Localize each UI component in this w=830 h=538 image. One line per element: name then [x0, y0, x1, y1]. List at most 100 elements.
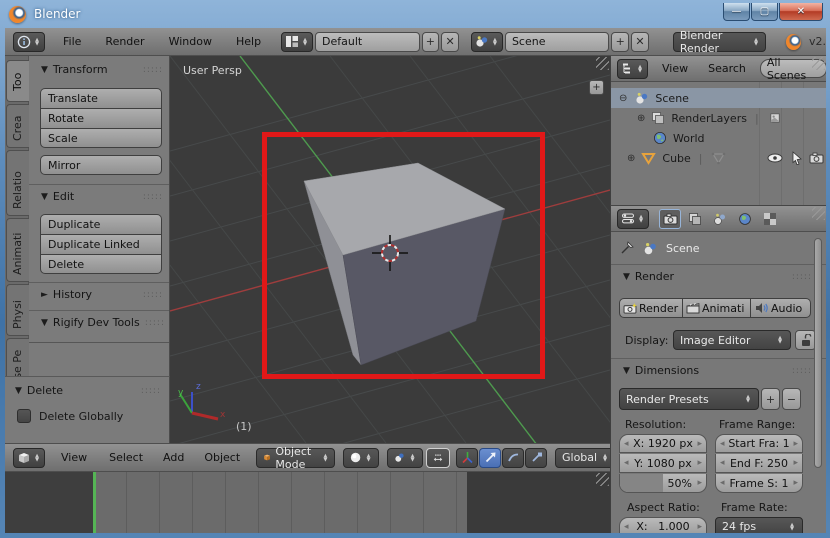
panel-grip-icon[interactable]	[141, 386, 161, 396]
translate-manipulator-button[interactable]	[479, 447, 501, 468]
mesh-data-icon[interactable]	[711, 151, 726, 165]
tab-render-context[interactable]	[659, 208, 681, 229]
render-engine-dropdown[interactable]: Blender Render	[672, 29, 767, 55]
resolution-scale-slider[interactable]: 50%	[619, 474, 707, 493]
viewport-3d[interactable]: User Persp y z x (1) +	[170, 56, 610, 443]
fps-dropdown[interactable]: 24 fps	[715, 517, 803, 533]
panel-grip-icon[interactable]	[143, 290, 163, 300]
menu-view[interactable]: View	[57, 451, 91, 464]
area-resize-grip[interactable]	[812, 57, 825, 70]
lock-button[interactable]	[795, 330, 816, 350]
manipulator-axes-button[interactable]	[456, 447, 478, 468]
editor-type-outliner-button[interactable]	[617, 58, 648, 79]
menu-help[interactable]: Help	[232, 35, 265, 48]
pin-icon[interactable]	[619, 240, 635, 256]
minimize-button[interactable]: —	[723, 3, 750, 21]
menu-add[interactable]: Add	[159, 451, 188, 464]
maximize-button[interactable]: ▢	[751, 3, 778, 21]
pivot-dropdown[interactable]	[387, 447, 423, 468]
renderlayer-data-icon[interactable]	[769, 112, 782, 125]
outliner-row-scene[interactable]: ⊖ Scene	[611, 88, 826, 108]
scale-button[interactable]: Scale	[40, 128, 162, 148]
close-button[interactable]: ✕	[779, 3, 823, 21]
tab-world-context[interactable]	[734, 209, 756, 229]
rotate-button[interactable]: Rotate	[40, 108, 162, 128]
screen-layout-add-button[interactable]: +	[421, 31, 440, 52]
translate-button[interactable]: Translate	[40, 88, 162, 108]
current-frame-marker[interactable]	[93, 472, 96, 533]
scene-browse-button[interactable]	[470, 31, 503, 52]
timeline[interactable]	[5, 472, 610, 533]
editor-type-info-button[interactable]	[13, 31, 45, 52]
scale-manipulator-button[interactable]	[525, 447, 547, 468]
panel-grip-icon[interactable]	[792, 272, 812, 282]
delete-button[interactable]: Delete	[40, 254, 162, 274]
screen-layout-field[interactable]: Default	[315, 31, 420, 52]
scene-unlink-button[interactable]: ✕	[631, 31, 649, 52]
renderability-camera-icon[interactable]	[809, 152, 824, 164]
properties-scrollbar[interactable]	[814, 238, 822, 468]
frame-end-field[interactable]: End F: 250	[715, 454, 803, 473]
shading-dropdown[interactable]	[343, 447, 379, 468]
history-panel-header[interactable]: ► History	[41, 288, 163, 301]
scene-name-field[interactable]: Scene	[504, 31, 610, 52]
frame-start-field[interactable]: Start Fra: 1	[715, 434, 803, 453]
visibility-eye-icon[interactable]	[767, 152, 783, 164]
selectability-cursor-icon[interactable]	[791, 151, 803, 165]
operator-panel-header[interactable]: ▼ Delete	[15, 384, 161, 397]
expand-plus-icon[interactable]: ⊕	[627, 153, 635, 164]
titlebar[interactable]: Blender — ▢ ✕	[0, 0, 830, 28]
tab-texture-context[interactable]	[759, 209, 781, 229]
panel-grip-icon[interactable]	[143, 192, 163, 202]
resolution-y-field[interactable]: Y: 1080 px	[619, 454, 707, 473]
editor-type-properties-button[interactable]	[617, 208, 649, 229]
menu-select[interactable]: Select	[105, 451, 147, 464]
properties-region-expand-button[interactable]: +	[589, 80, 604, 95]
collapse-minus-icon[interactable]: ⊖	[619, 93, 627, 104]
rotate-manipulator-button[interactable]	[502, 447, 524, 468]
tab-tools[interactable]: Too	[6, 60, 29, 102]
area-resize-grip[interactable]	[812, 207, 825, 220]
preset-remove-button[interactable]: −	[782, 388, 801, 410]
menu-window[interactable]: Window	[165, 35, 216, 48]
preset-add-button[interactable]: +	[761, 388, 780, 410]
duplicate-linked-button[interactable]: Duplicate Linked	[40, 234, 162, 254]
tab-create[interactable]: Crea	[6, 104, 29, 148]
tab-scene-context[interactable]	[709, 209, 731, 229]
dimensions-panel-header[interactable]: ▼ Dimensions	[623, 364, 812, 377]
aspect-x-field[interactable]: X: 1.000	[619, 517, 707, 533]
orientation-dropdown[interactable]: Global	[555, 447, 617, 468]
duplicate-button[interactable]: Duplicate	[40, 214, 162, 234]
editor-type-3dview-button[interactable]	[13, 447, 45, 468]
edit-panel-header[interactable]: ▼ Edit	[41, 190, 163, 203]
frame-step-field[interactable]: Frame S: 1	[715, 474, 803, 493]
rigify-panel-header[interactable]: ▼ Rigify Dev Tools	[41, 316, 165, 329]
outliner-menu-view[interactable]: View	[658, 62, 692, 75]
transform-panel-header[interactable]: ▼ Transform	[41, 63, 163, 76]
mirror-button[interactable]: Mirror	[40, 155, 162, 175]
outliner-row-world[interactable]: World	[611, 128, 826, 148]
menu-render[interactable]: Render	[101, 35, 148, 48]
splash-logo-icon[interactable]	[786, 33, 801, 50]
outliner-row-renderlayers[interactable]: ⊕ RenderLayers |	[611, 108, 826, 128]
menu-object[interactable]: Object	[200, 451, 244, 464]
tab-physics[interactable]: Physi	[6, 284, 29, 336]
scene-add-button[interactable]: +	[611, 31, 630, 52]
display-dropdown[interactable]: Image Editor	[673, 330, 791, 350]
render-still-button[interactable]: Render	[619, 298, 683, 318]
render-panel-header[interactable]: ▼ Render	[623, 270, 812, 283]
screen-layout-button[interactable]	[281, 31, 314, 52]
panel-grip-icon[interactable]	[145, 318, 165, 328]
screen-layout-unlink-button[interactable]: ✕	[441, 31, 459, 52]
mode-dropdown[interactable]: Object Mode	[256, 445, 335, 471]
render-presets-dropdown[interactable]: Render Presets	[619, 388, 759, 410]
outliner-menu-search[interactable]: Search	[704, 62, 750, 75]
tab-renderlayers-context[interactable]	[684, 209, 706, 229]
render-audio-button[interactable]: Audio	[751, 298, 811, 318]
tab-relations[interactable]: Relatio	[6, 150, 29, 216]
render-animation-button[interactable]: Animati	[683, 298, 751, 318]
area-resize-grip[interactable]	[596, 473, 609, 486]
panel-grip-icon[interactable]	[143, 65, 163, 75]
delete-globally-checkbox[interactable]	[17, 409, 31, 423]
tab-animation[interactable]: Animati	[6, 218, 29, 282]
